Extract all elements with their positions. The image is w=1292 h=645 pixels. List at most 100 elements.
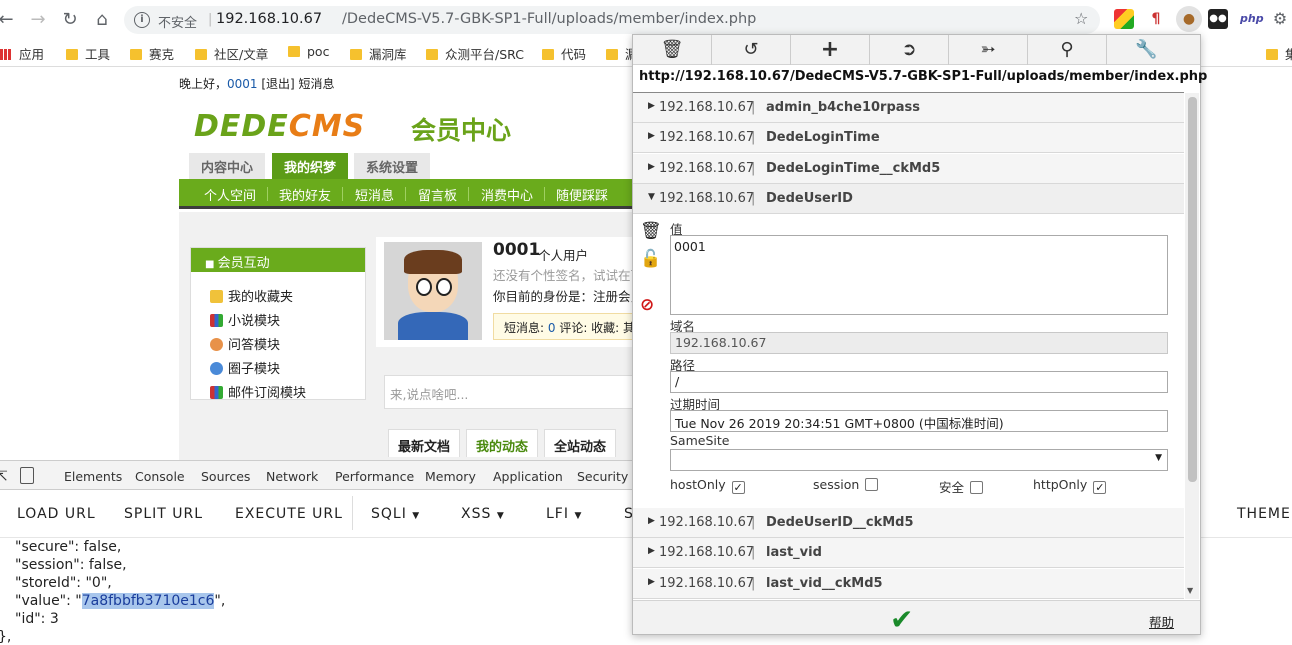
cookie-detail-form: 🗑 🔓 ⊘ 值 0001 域名 192.168.10.67 路径 / 过期时间 … [633,215,1184,508]
bookmark-folder[interactable]: poc [288,44,329,62]
samesite-select[interactable]: ▼ [670,449,1168,471]
tab-latest-docs[interactable]: 最新文档 [388,429,461,457]
info-icon[interactable]: i [134,12,150,28]
theme-button[interactable]: THEME [1237,506,1291,522]
add-cookie-button[interactable]: + [791,35,870,65]
bookmark-folder[interactable]: 代码 [542,44,586,62]
profile-signature[interactable]: 还没有个性签名，试试在下 [493,265,643,284]
xss-menu-button[interactable]: XSS ▼ [461,506,505,522]
bookmark-star-icon[interactable]: ☆ [1074,9,1088,28]
extension-mask-icon[interactable]: ●● [1208,9,1228,29]
reload-icon[interactable]: ↻ [58,8,82,32]
httponly-checkbox[interactable]: ✓ [1093,481,1107,494]
address-bar[interactable]: i 不安全 | 192.168.10.67 /DedeCMS-V5.7-GBK-… [124,6,1100,34]
extension-gear-icon[interactable]: ⚙ [1270,9,1290,29]
tab-performance[interactable]: Performance [335,469,414,484]
collapse-icon[interactable]: ■ [205,259,218,270]
list-item[interactable]: 圈子模块 [210,358,280,377]
options-button[interactable]: 🔧 [1107,35,1186,65]
nav-messages[interactable]: 短消息 [355,185,394,204]
cookie-expires-field[interactable]: Tue Nov 26 2019 20:34:51 GMT+0800 (中国标准时… [670,410,1168,432]
bookmark-folder[interactable]: 漏洞库 [350,44,407,62]
tab-network[interactable]: Network [266,469,318,484]
cookie-row[interactable]: ▶ 192.168.10.67 | last_vid [633,538,1184,568]
inspect-icon[interactable]: ⇱ [0,469,8,485]
folder-icon [1266,49,1278,60]
tab-application[interactable]: Application [493,469,563,484]
list-item[interactable]: 问答模块 [210,334,280,353]
list-item[interactable]: 我的收藏夹 [210,286,293,305]
sqli-menu-button[interactable]: SQLI ▼ [371,506,420,522]
session-checkbox[interactable] [865,478,879,491]
cookie-row-expanded[interactable]: ▼ 192.168.10.67 | DedeUserID [633,184,1184,214]
cookie-editor-extension-icon[interactable]: ● [1176,6,1202,32]
block-icon[interactable]: ⊘ [640,295,654,315]
tab-security[interactable]: Security [577,469,628,484]
nav-personal-space[interactable]: 个人空间 [204,185,256,204]
selected-cookie-value[interactable]: 7a8fbbfb3710e1c6 [81,593,215,609]
execute-url-button[interactable]: EXECUTE URL [235,506,343,522]
avatar[interactable] [384,242,482,340]
export-button[interactable]: ➳ [949,35,1028,65]
import-button[interactable]: ➲ [870,35,949,65]
extension-color-icon[interactable] [1114,9,1134,29]
bookmark-folder[interactable]: 众测平台/SRC [426,44,524,62]
unlock-icon[interactable]: 🔓 [640,249,661,269]
tab-my-activity[interactable]: 我的动态 [466,429,539,457]
cookie-row[interactable]: ▶ 192.168.10.67 | DedeLoginTime__ckMd5 [633,154,1184,184]
search-button[interactable]: ⚲ [1028,35,1107,65]
cookie-value-textarea[interactable]: 0001 [670,235,1168,315]
bookmark-folder[interactable]: 集 [1266,44,1292,62]
tab-content-center[interactable]: 内容中心 [189,153,266,179]
tab-memory[interactable]: Memory [425,469,476,484]
tab-elements[interactable]: Elements [64,469,122,484]
cookie-row[interactable]: ▶ 192.168.10.67 | DedeLoginTime [633,123,1184,153]
bookmark-folder[interactable]: 赛克 [130,44,174,62]
nav-consumption[interactable]: 消费中心 [481,185,533,204]
list-item[interactable]: 小说模块 [210,310,280,329]
help-link[interactable]: 帮助 [1149,612,1174,631]
bookmark-folder[interactable]: 工具 [66,44,110,62]
extension-paragraph-icon[interactable]: ¶ [1146,9,1166,29]
delete-all-button[interactable]: 🗑 [633,35,712,65]
username-link[interactable]: 0001 [227,77,258,91]
folder-icon [350,49,362,60]
folder-icon [195,49,207,60]
bookmark-folder[interactable]: 社区/文章 [195,44,268,62]
search-icon: ⚲ [1060,39,1074,60]
cookie-row[interactable]: ▶ 192.168.10.67 | admin_b4che10rpass [633,93,1184,123]
bookmark-apps[interactable]: 应用 [0,44,44,62]
delete-cookie-icon[interactable]: 🗑 [640,221,662,241]
tab-sources[interactable]: Sources [201,469,250,484]
secure-checkbox[interactable] [970,481,984,494]
nav-guestbook[interactable]: 留言板 [418,185,457,204]
tab-system-settings[interactable]: 系统设置 [354,153,431,179]
nav-random[interactable]: 随便踩踩 [556,185,608,204]
cookie-row[interactable]: ▶ 192.168.10.67 | last_vid__ckMd5 [633,569,1184,599]
reset-button[interactable]: ↺ [712,35,791,65]
status-input[interactable]: 来,说点啥吧... [384,375,644,409]
forward-icon[interactable]: → [26,8,50,32]
scrollbar-thumb[interactable] [1188,97,1197,482]
hostonly-checkbox[interactable]: ✓ [731,481,745,494]
member-center-title: 会员中心 [411,116,512,145]
tab-site-activity[interactable]: 全站动态 [544,429,617,457]
load-url-button[interactable]: LOAD URL [17,506,96,522]
save-checkmark-icon[interactable]: ✔ [890,603,913,636]
lfi-menu-button[interactable]: LFI ▼ [546,506,582,522]
console-line: "value": "7a8fbbfb3710e1c6", [15,593,226,609]
cookie-domain-field[interactable]: 192.168.10.67 [670,332,1168,354]
split-url-button[interactable]: SPLIT URL [124,506,203,522]
list-item[interactable]: 邮件订阅模块 [210,382,306,401]
device-toolbar-icon[interactable] [20,467,34,484]
back-icon[interactable]: ← [0,8,18,32]
nav-my-friends[interactable]: 我的好友 [279,185,331,204]
scroll-down-icon[interactable]: ▼ [1187,586,1193,595]
php-extension-icon[interactable]: php [1240,9,1264,29]
cookie-row[interactable]: ▶ 192.168.10.67 | DedeUserID__ckMd5 [633,508,1184,538]
popup-scrollbar[interactable]: ▼ [1185,93,1199,599]
tab-console[interactable]: Console [135,469,185,484]
tab-my-dream[interactable]: 我的织梦 [272,153,349,179]
cookie-path-field[interactable]: / [670,371,1168,393]
home-icon[interactable]: ⌂ [90,8,114,32]
